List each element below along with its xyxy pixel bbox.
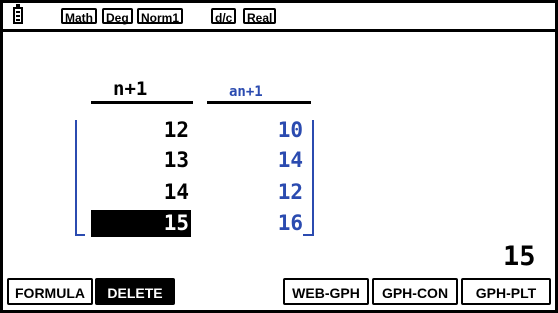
battery-icon: [13, 4, 23, 24]
current-value-readout: 15: [503, 241, 536, 272]
mode-angle-badge: Deg: [102, 8, 133, 25]
mode-math-badge: Math: [61, 8, 97, 25]
table-cell-an[interactable]: 14: [233, 148, 303, 172]
column-header-an-underline: [207, 101, 311, 104]
graph-connect-key[interactable]: GPH-CON: [372, 278, 458, 305]
table-cell-an[interactable]: 12: [233, 180, 303, 204]
web-graph-key[interactable]: WEB-GPH: [283, 278, 369, 305]
graph-plot-key[interactable]: GPH-PLT: [461, 278, 551, 305]
status-bar: Math Deg Norm1 d/c Real: [3, 3, 555, 32]
right-bracket-foot: [303, 234, 314, 236]
table-cell-an[interactable]: 10: [233, 118, 303, 142]
mode-display-badge: Norm1: [137, 8, 184, 25]
calculator-screen: Math Deg Norm1 d/c Real n+1 an+1 12 13 1…: [0, 0, 558, 313]
column-header-n: n+1: [113, 78, 148, 100]
table-cell-n[interactable]: 14: [113, 180, 189, 204]
table-cell-n[interactable]: 13: [113, 148, 189, 172]
table-cell-n[interactable]: 12: [113, 118, 189, 142]
table-cell-an[interactable]: 16: [233, 211, 303, 235]
column-header-n-underline: [91, 101, 193, 104]
selected-cell-n[interactable]: 15: [91, 210, 191, 237]
mode-fraction-badge: d/c: [211, 8, 237, 25]
selected-cell-value: 15: [163, 211, 189, 235]
mode-complex-badge: Real: [243, 8, 277, 25]
column-header-an: an+1: [229, 84, 263, 100]
right-bracket: [312, 120, 314, 235]
formula-key[interactable]: FORMULA: [7, 278, 93, 305]
delete-key[interactable]: DELETE: [95, 278, 175, 305]
left-bracket-foot: [75, 234, 85, 236]
left-bracket: [75, 120, 77, 235]
